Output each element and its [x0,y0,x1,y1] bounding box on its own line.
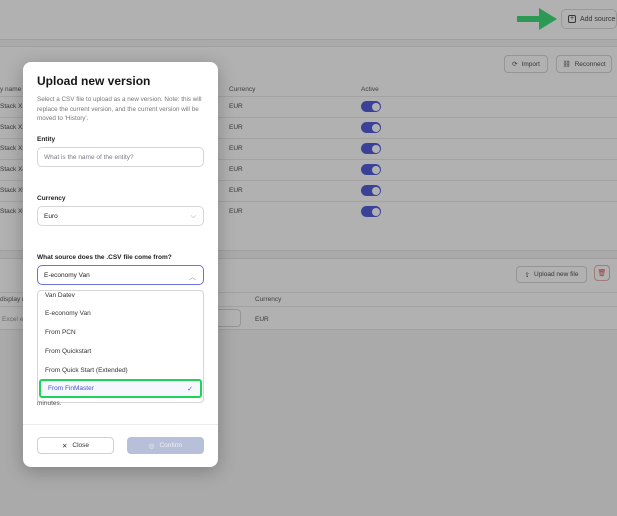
divider [23,424,218,425]
close-icon: ✕ [61,442,68,450]
option-label: From FinMaster [48,385,94,392]
modal-title: Upload new version [37,74,151,88]
option-van-datev[interactable]: Van Datev [38,291,203,304]
source-label: What source does the .CSV file come from… [37,254,172,261]
currency-value: Euro [44,212,58,220]
entity-input[interactable]: What is the name of the entity? [37,147,204,167]
option-from-quick-start-extended[interactable]: From Quick Start (Extended) [38,362,203,379]
currency-select[interactable]: Euro ⌵ [37,206,204,226]
chevron-up-icon: ︿ [189,274,196,281]
option-from-pcn[interactable]: From PCN [38,324,203,341]
entity-label: Entity [37,136,56,143]
confirm-label: Confirm [159,442,183,449]
option-from-finmaster[interactable]: From FinMaster ✓ [39,379,202,398]
check-circle-icon: ◎ [148,442,155,450]
source-select[interactable]: E-economy Van ︿ [37,265,204,285]
check-icon: ✓ [187,385,193,393]
option-from-quickstart[interactable]: From Quickstart [38,343,203,360]
chevron-down-icon: ⌵ [190,213,196,220]
close-label: Close [72,442,90,449]
help-text: minutes. [37,400,62,407]
upload-version-modal: Upload new version Select a CSV file to … [23,62,218,467]
currency-label: Currency [37,195,66,202]
source-dropdown: Van Datev E-economy Van From PCN From Qu… [37,290,204,403]
confirm-button[interactable]: ◎ Confirm [127,437,204,454]
modal-description: Select a CSV file to upload as a new ver… [37,96,202,122]
source-value: E-economy Van [44,271,90,279]
close-button[interactable]: ✕ Close [37,437,114,454]
option-e-economy-van[interactable]: E-economy Van [38,305,203,322]
